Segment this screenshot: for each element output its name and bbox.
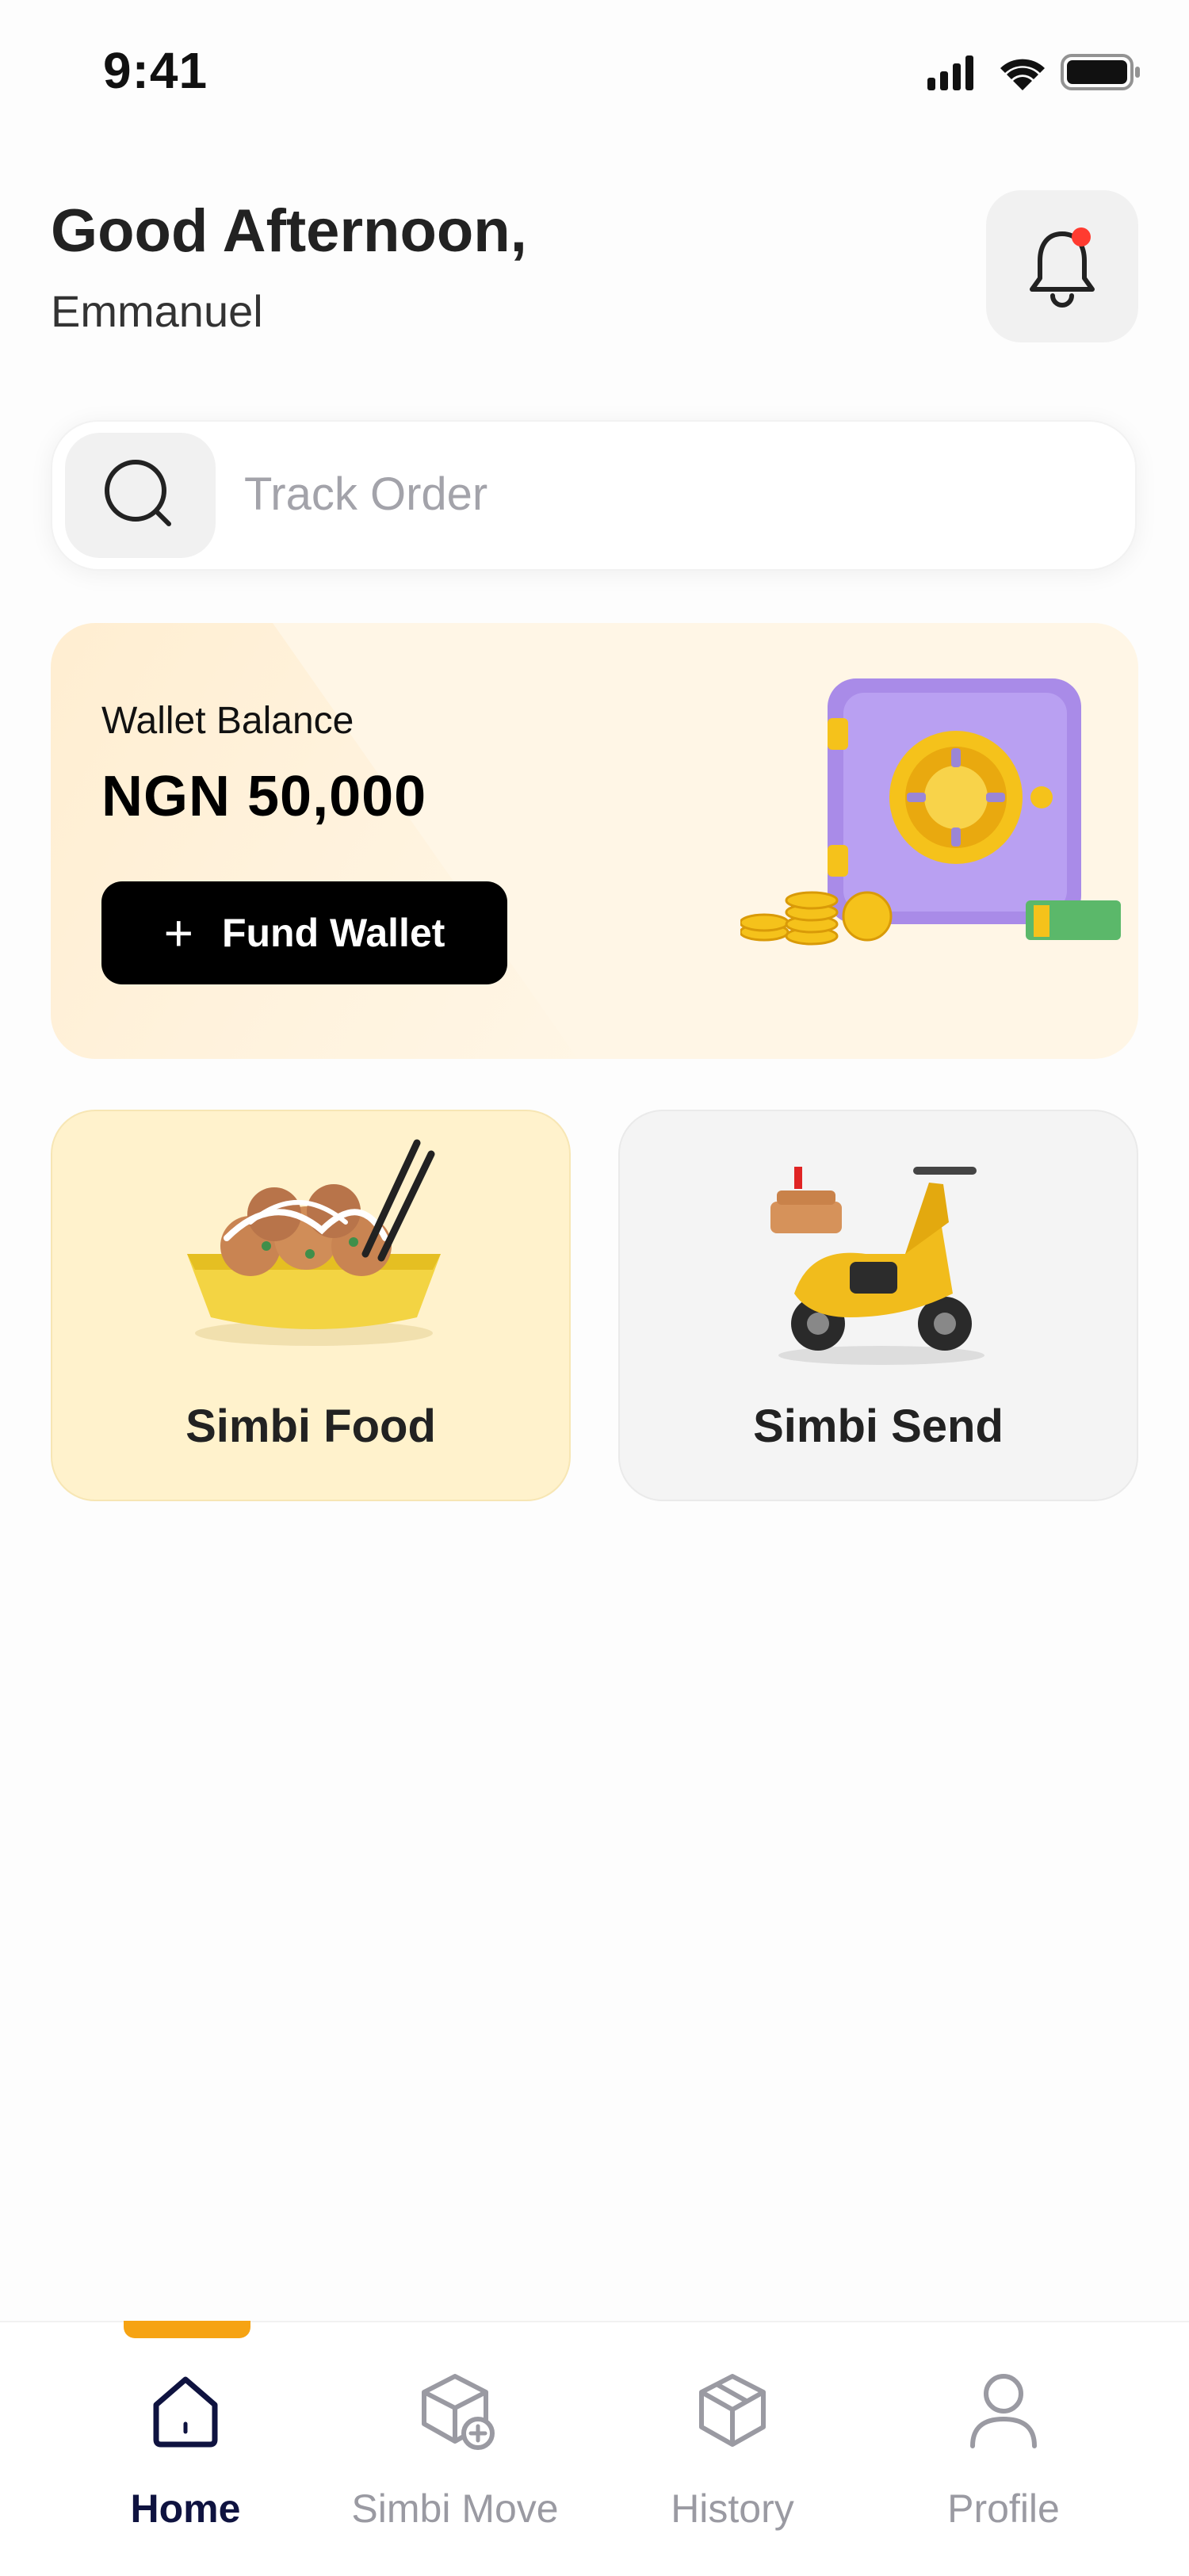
nav-label-home: Home — [130, 2486, 241, 2531]
scooter-icon — [770, 1167, 984, 1365]
wifi-icon — [1000, 59, 1045, 90]
user-name: Emmanuel — [51, 286, 263, 336]
plus-icon: + — [163, 904, 193, 961]
simbi-send-label: Simbi Send — [753, 1401, 1004, 1452]
nav-item-simbi-move[interactable]: Simbi Move — [336, 2321, 574, 2574]
simbi-food-label: Simbi Food — [185, 1401, 436, 1452]
bell-icon — [1030, 227, 1095, 308]
wallet-balance-amount: NGN 50,000 — [101, 765, 427, 828]
status-time: 9:41 — [103, 42, 208, 99]
wallet-card-decoration — [51, 623, 606, 1059]
wallet-card: Wallet Balance NGN 50,000 + Fund Wallet — [51, 623, 1138, 1059]
wallet-balance-label: Wallet Balance — [101, 700, 354, 742]
nav-item-profile[interactable]: Profile — [885, 2321, 1122, 2574]
safe-illustration — [740, 678, 1121, 946]
notifications-button[interactable] — [986, 190, 1138, 342]
box-icon — [699, 2374, 766, 2447]
nav-item-home[interactable]: Home — [67, 2321, 304, 2574]
simbi-send-tile[interactable]: Simbi Send — [618, 1110, 1138, 1501]
search-icon — [105, 460, 171, 526]
food-bowl-icon — [187, 1139, 441, 1346]
search-button[interactable] — [65, 433, 216, 558]
home-icon — [153, 2376, 218, 2448]
simbi-food-tile[interactable]: Simbi Food — [51, 1110, 571, 1501]
nav-label-history: History — [671, 2486, 794, 2531]
user-icon — [970, 2374, 1037, 2448]
track-order-search — [51, 420, 1137, 571]
fund-wallet-label: Fund Wallet — [221, 911, 445, 955]
nav-item-history[interactable]: History — [614, 2321, 851, 2574]
battery-icon — [1061, 54, 1140, 90]
cellular-signal-icon — [927, 55, 973, 90]
fund-wallet-button[interactable]: + Fund Wallet — [101, 881, 507, 984]
nav-label-simbi-move: Simbi Move — [351, 2486, 559, 2531]
track-order-input[interactable] — [243, 453, 1102, 534]
nav-label-profile: Profile — [947, 2486, 1060, 2531]
greeting-title: Good Afternoon, — [51, 197, 527, 265]
notification-dot — [1072, 227, 1091, 247]
box-add-icon — [422, 2374, 495, 2450]
status-icons — [927, 54, 1140, 90]
